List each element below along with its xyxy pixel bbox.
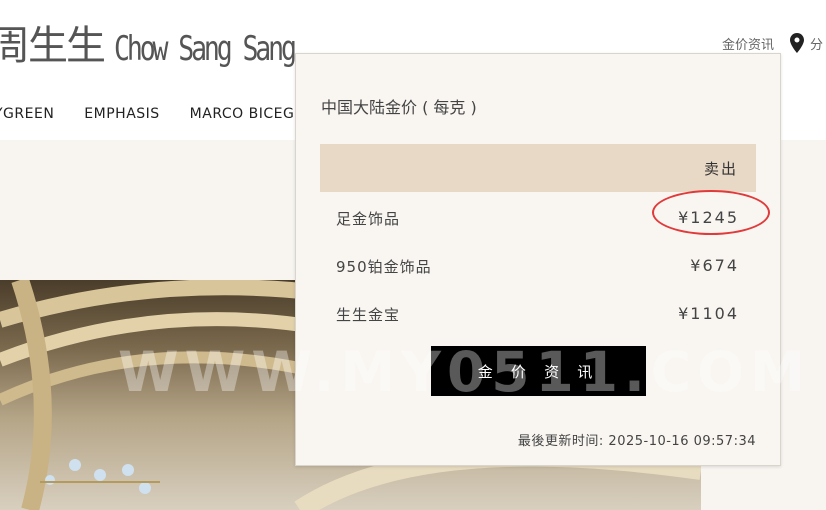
- price-row: 950铂金饰品 ¥674: [336, 256, 739, 277]
- brand-logo[interactable]: 周生生 Chow Sang Sang: [0, 26, 345, 66]
- nav-item-ygreen[interactable]: YGREEN: [0, 106, 54, 122]
- logo-english-text: Chow Sang Sang: [114, 29, 297, 69]
- product-price: ¥674: [690, 256, 739, 275]
- product-name: 足金饰品: [336, 210, 401, 228]
- last-updated-time: 最後更新时间: 2025-10-16 09:57:34: [517, 434, 756, 449]
- price-table-header: 卖出: [320, 144, 756, 192]
- popup-title: 中国大陆金价 ( 每克 ): [321, 98, 477, 117]
- store-locator-link[interactable]: 分: [810, 34, 823, 53]
- sell-column-label: 卖出: [703, 160, 738, 178]
- price-row: 生生金宝 ¥1104: [336, 304, 739, 325]
- gold-price-popup: 中国大陆金价 ( 每克 ) 卖出 足金饰品 ¥1245 950铂金饰品 ¥674…: [295, 53, 781, 466]
- logo-chinese-text: 周生生: [0, 23, 106, 69]
- main-nav: YGREEN EMPHASIS MARCO BICEGO: [0, 106, 336, 122]
- nav-item-emphasis[interactable]: EMPHASIS: [84, 106, 159, 122]
- gold-price-info-link[interactable]: 金价资讯: [722, 34, 774, 53]
- location-pin-icon[interactable]: [790, 33, 805, 53]
- product-price: ¥1104: [678, 304, 739, 323]
- top-utility-bar: 金价资讯 分: [722, 33, 823, 53]
- product-name: 生生金宝: [336, 306, 401, 324]
- nav-item-marco-bicego[interactable]: MARCO BICEGO: [190, 106, 306, 122]
- highlight-circle-annotation: [652, 190, 770, 235]
- gold-price-info-button[interactable]: 金 价 资 讯: [431, 346, 646, 396]
- product-name: 950铂金饰品: [336, 258, 432, 276]
